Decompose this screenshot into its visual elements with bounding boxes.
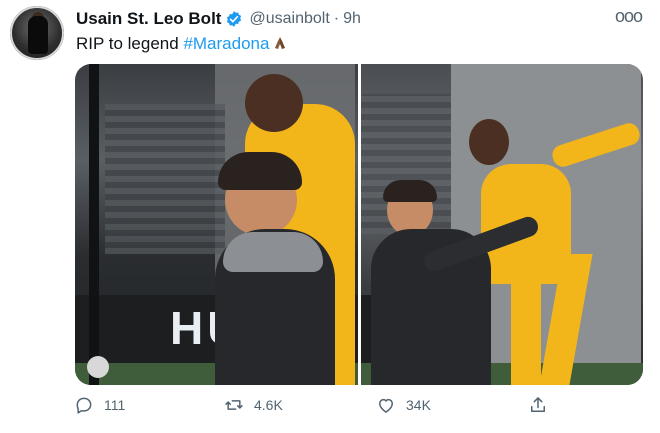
separator-dot: · (333, 10, 340, 27)
retweet-count: 4.6K (254, 397, 283, 413)
reply-count: 111 (104, 397, 126, 413)
reply-icon (76, 397, 92, 414)
verified-badge-icon (227, 11, 242, 27)
photo-2[interactable]: H (360, 64, 643, 385)
like-button[interactable]: 34K (376, 395, 431, 415)
user-handle[interactable]: @usainbolt (249, 10, 329, 28)
tweet-text: RIP to legend #Maradona (76, 34, 288, 54)
reply-button[interactable]: 111 (74, 395, 125, 415)
avatar[interactable] (10, 6, 64, 60)
tweet-text-body: RIP to legend (76, 34, 184, 53)
share-button[interactable] (528, 395, 558, 415)
photo-1[interactable]: HU (75, 64, 358, 385)
display-name[interactable]: Usain St. Leo Bolt (76, 9, 221, 29)
like-count: 34K (406, 397, 431, 413)
share-icon (531, 397, 545, 412)
more-options-button[interactable]: ooo (615, 7, 643, 25)
retweet-icon (225, 400, 243, 410)
timestamp[interactable]: 9h (343, 10, 361, 28)
heart-icon (379, 398, 393, 413)
hashtag-link[interactable]: #Maradona (183, 34, 269, 53)
tweet-actions: 111 4.6K 34K (74, 395, 594, 421)
folded-hands-icon (275, 37, 286, 49)
media-gallery[interactable]: HU H (75, 64, 643, 385)
retweet-button[interactable]: 4.6K (224, 395, 283, 415)
tweet-header: Usain St. Leo Bolt @usainbolt · 9h (76, 8, 648, 30)
